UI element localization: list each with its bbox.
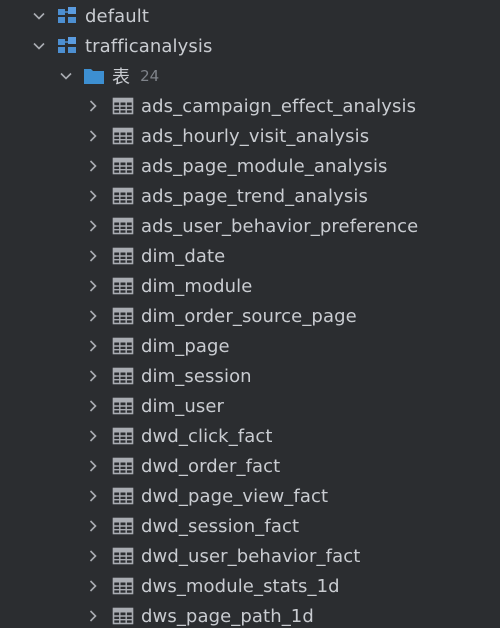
chevron-right-icon[interactable] [85,248,101,264]
tree-node-table[interactable]: dim_module [0,271,500,301]
tree-node-label: dwd_user_behavior_fact [141,545,361,567]
chevron-down-icon[interactable] [58,68,74,84]
chevron-down-icon[interactable] [31,38,47,54]
tree-node-table[interactable]: ads_hourly_visit_analysis [0,121,500,151]
item-count: 24 [140,67,160,85]
tree-node-label: ads_page_trend_analysis [141,185,368,207]
chevron-right-icon[interactable] [85,158,101,174]
table-icon [111,546,135,566]
tree-node-label: ads_campaign_effect_analysis [141,95,417,117]
tree-node-folder-tables[interactable]: 表 24 [0,61,500,91]
table-icon [111,516,135,536]
table-icon [111,96,135,116]
table-icon [111,486,135,506]
table-icon [111,576,135,596]
tree-node-table[interactable]: dws_page_path_1d [0,601,500,628]
tree-node-label: 表 [112,67,131,88]
chevron-right-icon[interactable] [85,518,101,534]
tree-node-table[interactable]: dwd_order_fact [0,451,500,481]
tree-node-table[interactable]: dim_page [0,331,500,361]
chevron-right-icon[interactable] [85,98,101,114]
tree-node-schema-default[interactable]: default [0,1,500,31]
chevron-right-icon[interactable] [85,308,101,324]
tree-node-table[interactable]: dws_module_stats_1d [0,571,500,601]
table-icon [111,426,135,446]
chevron-right-icon[interactable] [85,458,101,474]
tree-node-label: dim_order_source_page [141,305,357,327]
table-icon [111,336,135,356]
table-icon [111,456,135,476]
table-icon [111,156,135,176]
chevron-right-icon[interactable] [85,338,101,354]
tree-node-table[interactable]: ads_user_behavior_preference [0,211,500,241]
tree-node-table[interactable]: ads_campaign_effect_analysis [0,91,500,121]
tree-node-label: dwd_order_fact [141,455,281,477]
table-icon [111,606,135,626]
tree-node-label: dim_date [141,245,226,267]
tree-node-table[interactable]: dwd_click_fact [0,421,500,451]
tree-node-label: default [85,5,150,27]
tree-node-label: dim_user [141,395,225,417]
tree-node-table[interactable]: dim_user [0,391,500,421]
tree-node-label: dim_session [141,365,252,387]
chevron-right-icon[interactable] [85,488,101,504]
tree-node-schema-trafficanalysis[interactable]: trafficanalysis [0,31,500,61]
tree-node-table[interactable]: dwd_page_view_fact [0,481,500,511]
table-icon [111,366,135,386]
table-icon [111,186,135,206]
chevron-right-icon[interactable] [85,218,101,234]
tree-node-table[interactable]: dim_session [0,361,500,391]
table-icon [111,216,135,236]
chevron-right-icon[interactable] [85,398,101,414]
chevron-right-icon[interactable] [85,128,101,144]
chevron-down-icon[interactable] [31,8,47,24]
table-icon [111,126,135,146]
database-tree: default trafficanalysis 表 24 ads_campaig… [0,0,500,628]
tree-node-label: dim_page [141,335,230,357]
chevron-right-icon[interactable] [85,548,101,564]
table-icon [111,306,135,326]
chevron-right-icon[interactable] [85,278,101,294]
tree-node-table[interactable]: ads_page_module_analysis [0,151,500,181]
tree-node-table[interactable]: dim_date [0,241,500,271]
table-icon [111,276,135,296]
table-icon [111,246,135,266]
tree-node-label: ads_page_module_analysis [141,155,388,177]
tree-node-label: ads_hourly_visit_analysis [141,125,370,147]
chevron-right-icon[interactable] [85,428,101,444]
tree-node-label: dwd_session_fact [141,515,300,537]
tree-node-label: dws_module_stats_1d [141,575,340,597]
tree-node-label: dws_page_path_1d [141,605,314,627]
tree-node-label: ads_user_behavior_preference [141,215,419,237]
chevron-right-icon[interactable] [85,608,101,624]
folder-icon [82,66,106,86]
tree-node-table[interactable]: dwd_user_behavior_fact [0,541,500,571]
tree-node-label: dwd_page_view_fact [141,485,329,507]
schema-icon [55,36,79,56]
tree-node-label: trafficanalysis [85,35,213,57]
tree-node-table[interactable]: dwd_session_fact [0,511,500,541]
schema-icon [55,6,79,26]
tree-node-table[interactable]: dim_order_source_page [0,301,500,331]
tree-node-label: dwd_click_fact [141,425,273,447]
chevron-right-icon[interactable] [85,368,101,384]
table-icon [111,396,135,416]
tree-node-label: dim_module [141,275,253,297]
tree-node-table[interactable]: ads_page_trend_analysis [0,181,500,211]
chevron-right-icon[interactable] [85,188,101,204]
chevron-right-icon[interactable] [85,578,101,594]
